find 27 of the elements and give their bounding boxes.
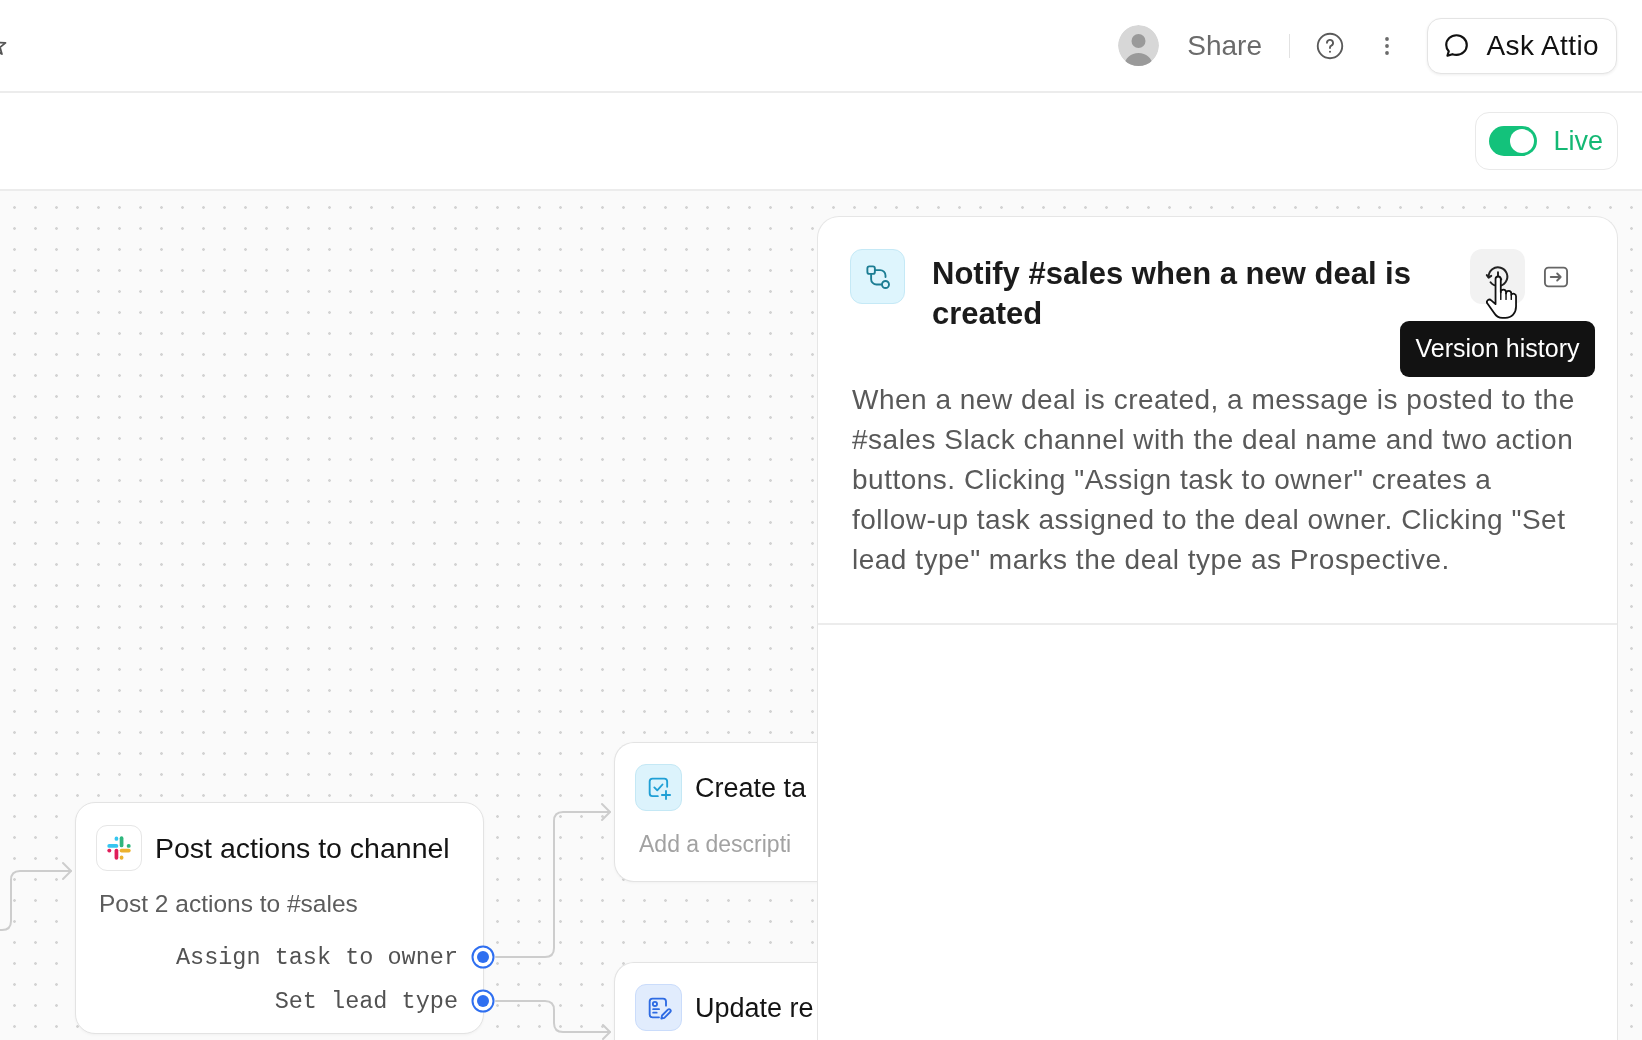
node-title: Post actions to channel	[155, 831, 450, 865]
help-button[interactable]	[1316, 31, 1345, 60]
help-icon	[1316, 31, 1345, 60]
workflow-node[interactable]: Create ta Add a descripti	[614, 742, 819, 882]
connector-arrow	[0, 862, 72, 931]
slack-logo-icon	[96, 825, 142, 871]
workflow-node[interactable]: Update re	[614, 962, 819, 1040]
avatar-icon	[1118, 25, 1160, 66]
task-checkbox-icon	[635, 764, 682, 811]
description-text: When a new deal is created, a message is posted to the #sales Slack channel with the deal name and two action buttons. Clicking "Assign task to owner" creates a follow-up task assigned to the deal owner. Clicking "Set lead type" marks the deal type as Prospective.	[851, 383, 1576, 577]
output-label: Set lead type	[274, 987, 458, 1018]
connection-port-icon[interactable]	[471, 945, 495, 969]
node-title: Update re	[695, 991, 814, 1025]
record-edit-icon	[635, 984, 682, 1031]
hand-cursor-icon	[1486, 274, 1517, 320]
node-description: Post 2 actions to #sales	[98, 889, 359, 919]
workflow-icon	[850, 249, 905, 304]
share-button[interactable]: Share	[1187, 31, 1262, 60]
workflow-node[interactable]: Post actions to channel Post 2 actions to #sales Assign task to owner Set lead type	[75, 802, 484, 1034]
description-field[interactable]: Add a descripti	[639, 829, 811, 859]
tooltip: Version history	[1399, 321, 1596, 377]
connection-port-icon[interactable]	[471, 989, 495, 1013]
toggle-switch[interactable]	[1489, 126, 1538, 156]
output-label: Assign task to owner	[175, 943, 458, 974]
more-icon	[1385, 36, 1390, 55]
ask-attio-button[interactable]: Ask Attio	[1427, 17, 1617, 74]
node-title: Create ta	[695, 771, 807, 805]
